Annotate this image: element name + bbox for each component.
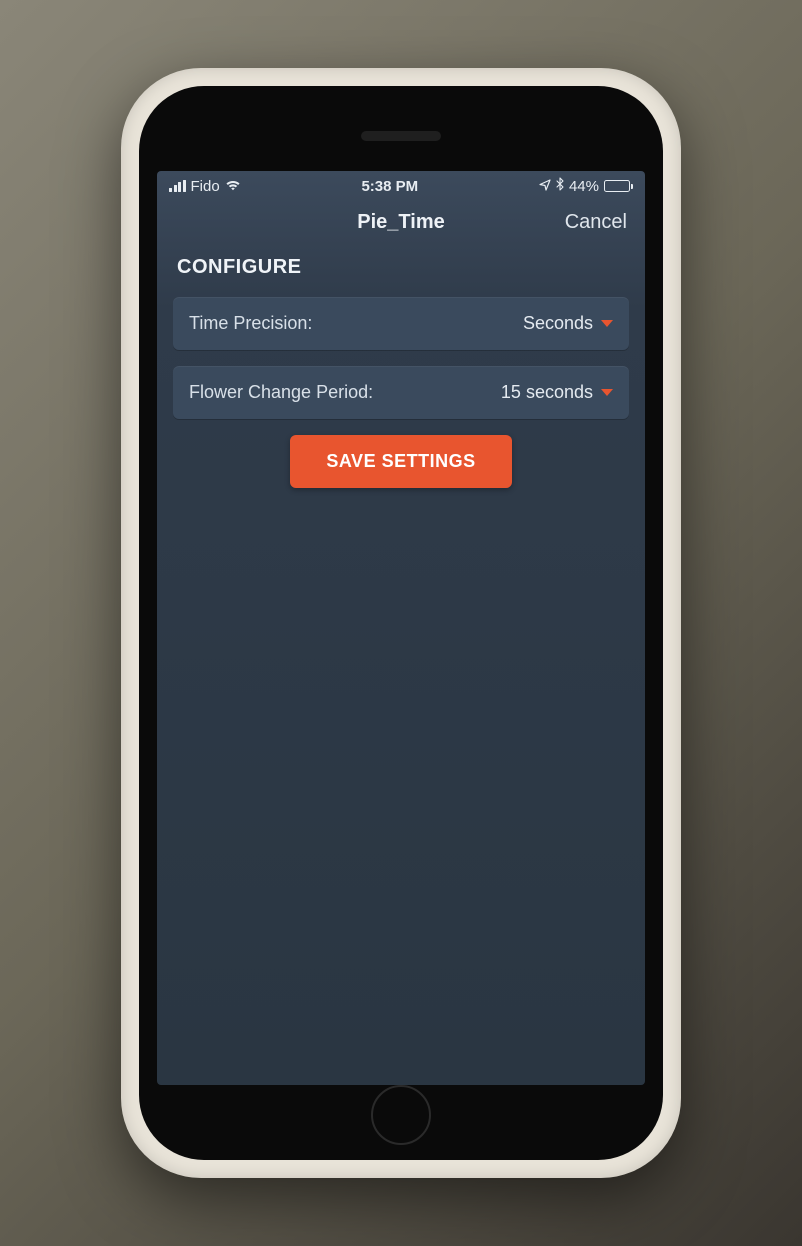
time-precision-label: Time Precision: bbox=[189, 313, 312, 334]
flower-change-period-value: 15 seconds bbox=[501, 382, 593, 403]
save-settings-button[interactable]: SAVE SETTINGS bbox=[290, 435, 511, 488]
nav-bar: Pie_Time Cancel bbox=[157, 199, 645, 248]
time-precision-value-wrap: Seconds bbox=[523, 313, 613, 334]
wifi-icon bbox=[225, 178, 241, 195]
chevron-down-icon bbox=[601, 389, 613, 396]
time-precision-value: Seconds bbox=[523, 313, 593, 334]
status-time: 5:38 PM bbox=[241, 178, 539, 195]
status-right: 44% bbox=[539, 177, 633, 195]
flower-change-period-value-wrap: 15 seconds bbox=[501, 382, 613, 403]
battery-percent: 44% bbox=[569, 178, 599, 195]
chevron-down-icon bbox=[601, 320, 613, 327]
time-precision-row[interactable]: Time Precision: Seconds bbox=[173, 297, 629, 350]
phone-frame: Fido 5:38 PM 44% bbox=[121, 68, 681, 1178]
page-title: Pie_Time bbox=[357, 211, 444, 234]
cancel-button[interactable]: Cancel bbox=[565, 211, 627, 234]
bluetooth-icon bbox=[556, 177, 564, 195]
status-left: Fido bbox=[169, 178, 241, 195]
battery-icon bbox=[604, 180, 633, 192]
signal-icon bbox=[169, 180, 186, 192]
carrier-label: Fido bbox=[191, 178, 220, 195]
phone-bezel: Fido 5:38 PM 44% bbox=[139, 86, 663, 1160]
section-title: CONFIGURE bbox=[173, 256, 629, 279]
flower-change-period-label: Flower Change Period: bbox=[189, 382, 373, 403]
location-icon bbox=[539, 178, 551, 195]
content-area: CONFIGURE Time Precision: Seconds Flower… bbox=[157, 248, 645, 1085]
screen: Fido 5:38 PM 44% bbox=[157, 171, 645, 1085]
flower-change-period-row[interactable]: Flower Change Period: 15 seconds bbox=[173, 366, 629, 419]
status-bar: Fido 5:38 PM 44% bbox=[157, 171, 645, 199]
home-button[interactable] bbox=[371, 1085, 431, 1145]
phone-speaker bbox=[361, 131, 441, 141]
